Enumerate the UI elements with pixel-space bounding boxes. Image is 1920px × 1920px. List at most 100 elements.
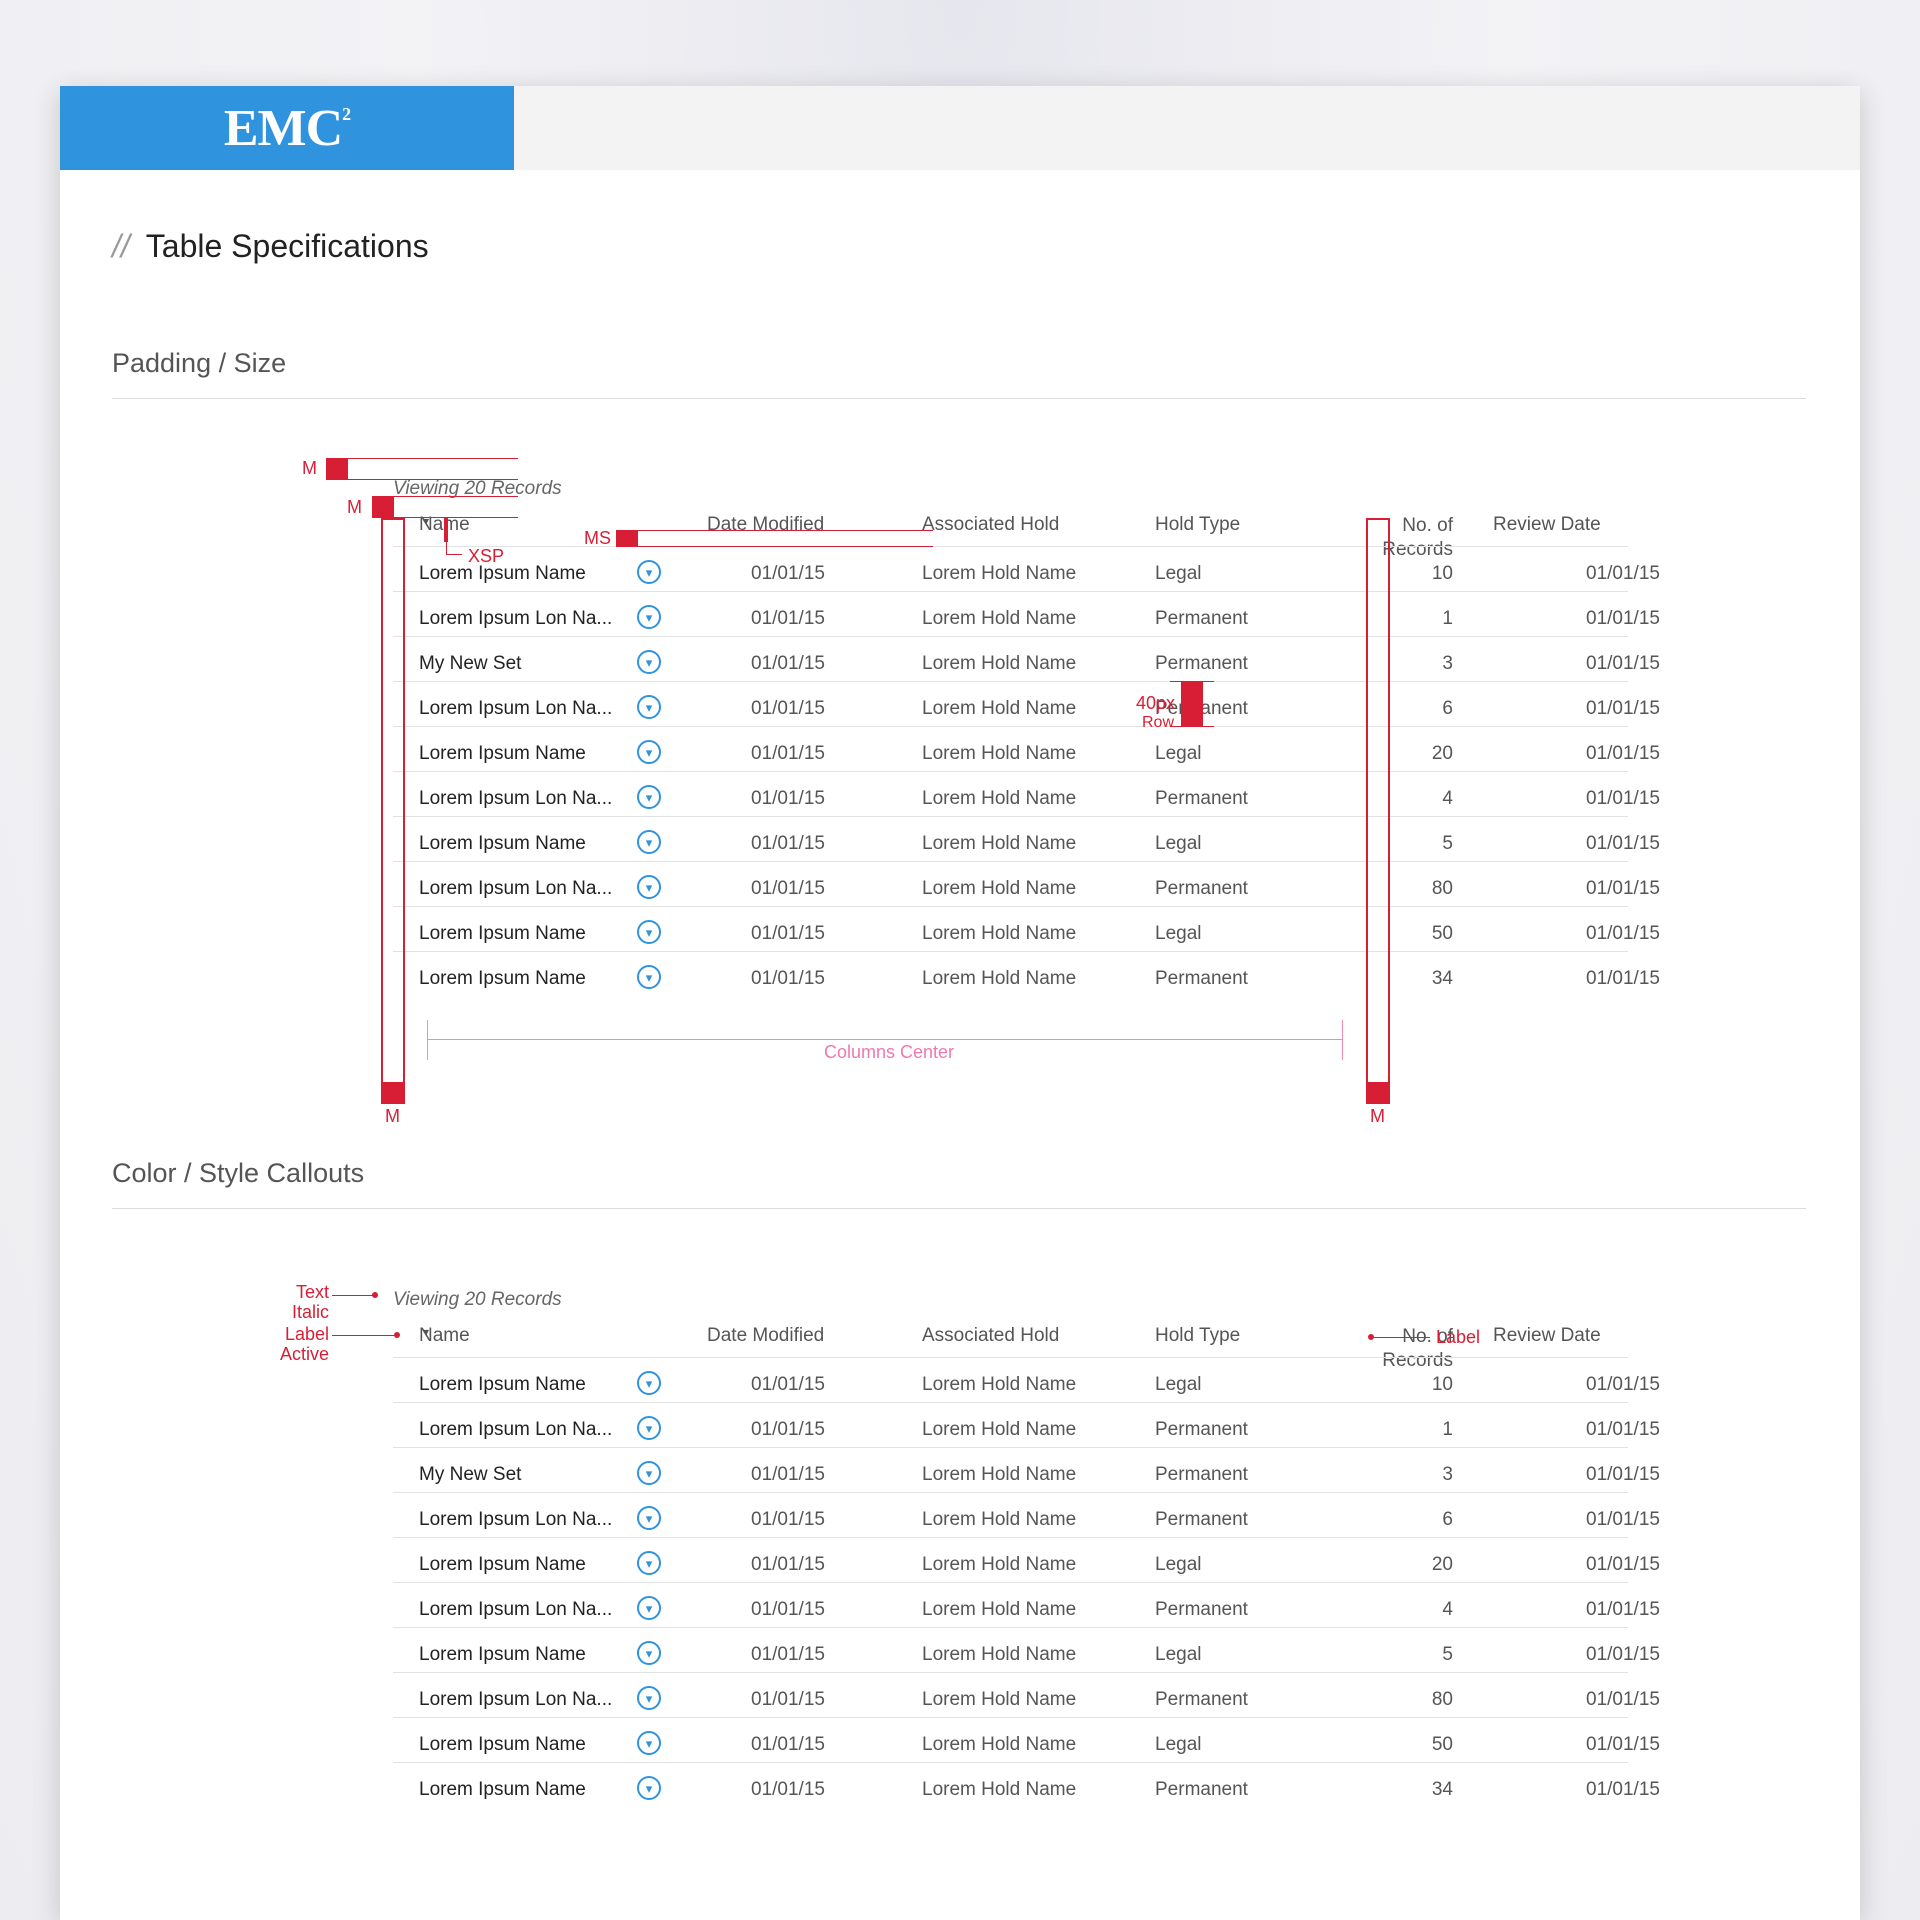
row-menu-icon[interactable]: ▾ — [637, 1371, 661, 1395]
cell-name: Lorem Ipsum Lon Na... — [419, 788, 613, 809]
column-header-review[interactable]: Review Date — [1493, 514, 1601, 536]
cell-name: Lorem Ipsum Lon Na... — [419, 1509, 613, 1530]
table-row[interactable]: Lorem Ipsum Name ▾ 01/01/15 Lorem Hold Name… — [393, 951, 1660, 1007]
cell-records: 1 — [1442, 1419, 1453, 1440]
margin-label: M — [302, 458, 317, 478]
cell-records: 34 — [1431, 1779, 1453, 1800]
cell-hold: Lorem Hold Name — [922, 968, 1077, 989]
cell-review: 01/01/15 — [1586, 743, 1660, 764]
row-menu-icon[interactable]: ▾ — [637, 740, 661, 764]
cell-type: Legal — [1155, 563, 1202, 584]
right-margin-outline — [1366, 518, 1390, 1104]
margin-guide — [394, 496, 518, 497]
cell-hold: Lorem Hold Name — [922, 563, 1077, 584]
text-italic-label-line: Text — [296, 1282, 330, 1302]
cell-review: 01/01/15 — [1586, 923, 1660, 944]
cell-records: 80 — [1431, 1689, 1453, 1710]
row-menu-icon[interactable]: ▾ — [637, 1641, 661, 1665]
row-menu-icon[interactable]: ▾ — [637, 1596, 661, 1620]
ms-label: MS — [584, 528, 611, 548]
row-menu-icon[interactable]: ▾ — [637, 1461, 661, 1485]
row-menu-icon[interactable]: ▾ — [637, 830, 661, 854]
column-header-hold[interactable]: Associated Hold — [922, 514, 1059, 536]
row-menu-icon[interactable]: ▾ — [637, 785, 661, 809]
cell-review: 01/01/15 — [1586, 1374, 1660, 1395]
cell-type: Permanent — [1155, 1779, 1248, 1800]
table-row[interactable]: Lorem Ipsum Name ▾ 01/01/15 Lorem Hold Name… — [393, 1762, 1660, 1818]
row-menu-icon[interactable]: ▾ — [637, 965, 661, 989]
records-count: Viewing 20 Records — [393, 1289, 562, 1310]
label-active-label: Label Active — [280, 1324, 329, 1364]
label-active-label-line: Active — [280, 1344, 330, 1364]
cell-review: 01/01/15 — [1586, 1689, 1660, 1710]
cell-date: 01/01/15 — [751, 1644, 825, 1665]
cell-date: 01/01/15 — [751, 1374, 825, 1395]
cell-hold: Lorem Hold Name — [922, 1734, 1077, 1755]
cell-name: Lorem Ipsum Name — [419, 1779, 586, 1800]
cell-date: 01/01/15 — [751, 1554, 825, 1575]
column-header-date[interactable]: Date Modified — [707, 514, 824, 536]
label-active-label-line: Label — [284, 1324, 330, 1344]
cell-hold: Lorem Hold Name — [922, 1599, 1077, 1620]
cell-review: 01/01/15 — [1586, 968, 1660, 989]
cell-review: 01/01/15 — [1586, 1509, 1660, 1530]
cell-hold: Lorem Hold Name — [922, 1644, 1077, 1665]
text-italic-label: Text Italic — [292, 1282, 329, 1322]
cell-name: Lorem Ipsum Lon Na... — [419, 698, 613, 719]
cell-type: Legal — [1155, 1734, 1202, 1755]
cell-hold: Lorem Hold Name — [922, 923, 1077, 944]
page-title: //Table Specifications — [112, 228, 429, 264]
row-menu-icon[interactable]: ▾ — [637, 1731, 661, 1755]
cell-review: 01/01/15 — [1586, 1734, 1660, 1755]
row-menu-icon[interactable]: ▾ — [637, 1776, 661, 1800]
cell-type: Permanent — [1155, 1689, 1248, 1710]
row-menu-icon[interactable]: ▾ — [637, 560, 661, 584]
row-menu-icon[interactable]: ▾ — [637, 695, 661, 719]
row-menu-icon[interactable]: ▾ — [637, 1416, 661, 1440]
callout-line — [332, 1295, 374, 1296]
column-header-review[interactable]: Review Date — [1493, 1325, 1601, 1347]
cell-hold: Lorem Hold Name — [922, 653, 1077, 674]
cell-date: 01/01/15 — [751, 653, 825, 674]
row-menu-icon[interactable]: ▾ — [637, 1506, 661, 1530]
section-title-padding: Padding / Size — [112, 348, 287, 378]
row-menu-icon[interactable]: ▾ — [637, 1551, 661, 1575]
cell-date: 01/01/15 — [751, 1599, 825, 1620]
cell-review: 01/01/15 — [1586, 698, 1660, 719]
row-menu-icon[interactable]: ▾ — [637, 650, 661, 674]
cell-records: 10 — [1431, 1374, 1453, 1395]
column-header-type[interactable]: Hold Type — [1155, 514, 1240, 536]
cell-date: 01/01/15 — [751, 833, 825, 854]
cell-type: Legal — [1155, 1374, 1202, 1395]
cell-name: Lorem Ipsum Name — [419, 968, 586, 989]
cell-hold: Lorem Hold Name — [922, 788, 1077, 809]
cell-records: 50 — [1431, 1734, 1453, 1755]
cell-hold: Lorem Hold Name — [922, 1464, 1077, 1485]
cell-hold: Lorem Hold Name — [922, 1689, 1077, 1710]
xsp-label: XSP — [468, 546, 505, 566]
row-menu-icon[interactable]: ▾ — [637, 920, 661, 944]
cell-date: 01/01/15 — [751, 1734, 825, 1755]
cell-hold: Lorem Hold Name — [922, 1554, 1077, 1575]
row-menu-icon[interactable]: ▾ — [637, 605, 661, 629]
cell-type: Permanent — [1155, 1419, 1248, 1440]
cell-type: Permanent — [1155, 608, 1248, 629]
cell-type: Legal — [1155, 743, 1202, 764]
column-header-date[interactable]: Date Modified — [707, 1325, 824, 1347]
cell-name: My New Set — [419, 1464, 522, 1485]
margin-guide — [394, 517, 518, 518]
column-header-hold[interactable]: Associated Hold — [922, 1325, 1059, 1347]
cell-date: 01/01/15 — [751, 743, 825, 764]
column-header-type[interactable]: Hold Type — [1155, 1325, 1240, 1347]
cell-date: 01/01/15 — [751, 878, 825, 899]
cell-date: 01/01/15 — [751, 968, 825, 989]
row-menu-icon[interactable]: ▾ — [637, 1686, 661, 1710]
row-menu-icon[interactable]: ▾ — [637, 875, 661, 899]
margin-marker — [1366, 1082, 1390, 1104]
margin-marker — [326, 458, 348, 480]
sort-caret-icon[interactable]: ▾ — [423, 1325, 429, 1339]
cell-type: Permanent — [1155, 788, 1248, 809]
cell-hold: Lorem Hold Name — [922, 698, 1077, 719]
xsp-guide — [446, 542, 447, 554]
cell-type: Legal — [1155, 923, 1202, 944]
